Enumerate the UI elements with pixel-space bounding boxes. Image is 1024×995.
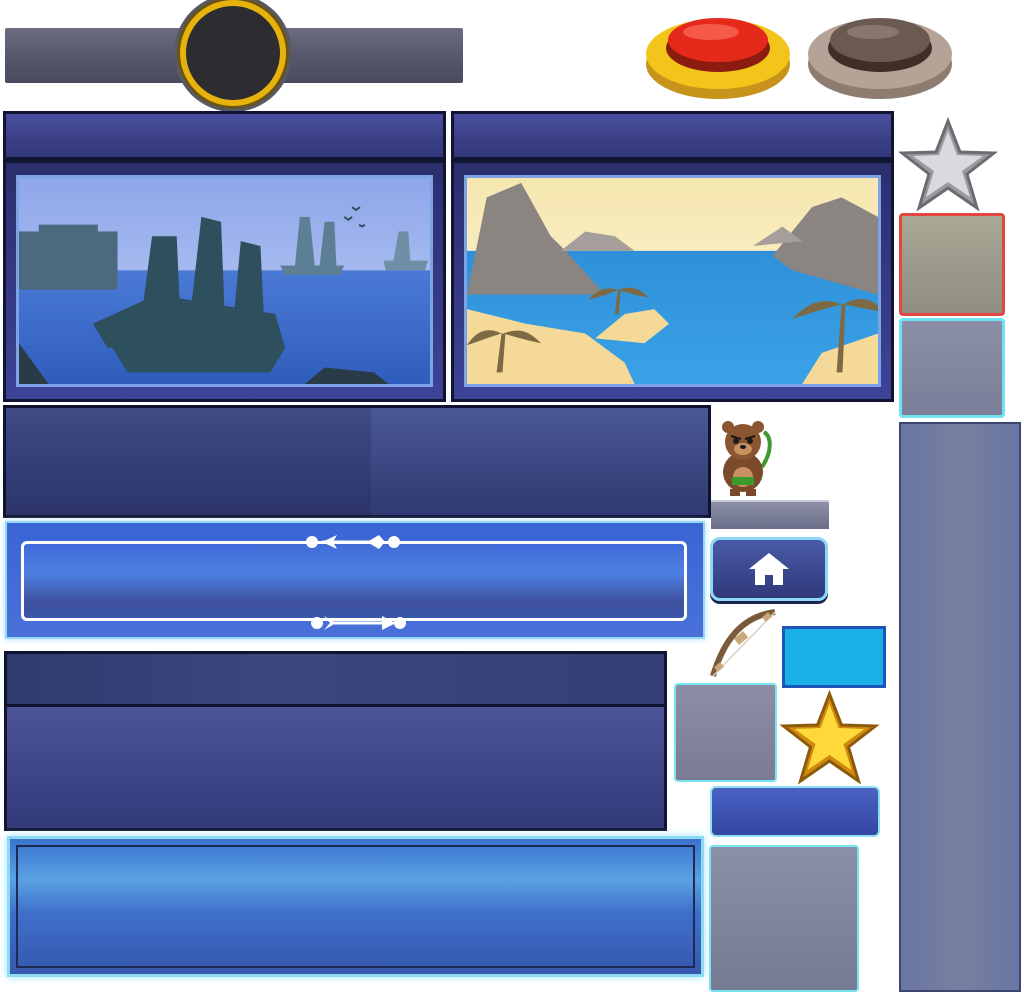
blue-bordered-tile[interactable]	[899, 318, 1005, 418]
tall-side-panel	[899, 422, 1021, 992]
decorative-banner	[5, 521, 705, 639]
red-push-button[interactable]	[643, 2, 793, 102]
bear-archer-sprite	[722, 421, 772, 496]
small-bar	[711, 500, 829, 529]
cyan-tile[interactable]	[782, 626, 886, 688]
left-arrow-ornament	[306, 535, 400, 549]
info-panel	[3, 405, 711, 518]
bow-icon	[710, 609, 776, 677]
scene-header-right	[451, 111, 894, 160]
harbor-ships-scene	[16, 175, 433, 387]
grey-tile[interactable]	[674, 683, 777, 782]
blue-bar-button[interactable]	[710, 786, 880, 837]
red-bordered-tile[interactable]	[899, 213, 1005, 316]
slider-knob[interactable]	[186, 6, 280, 100]
gold-star-icon	[779, 690, 880, 785]
right-arrow-ornament	[311, 616, 406, 630]
home-icon	[749, 553, 789, 585]
dialog-title-bar	[4, 651, 667, 707]
glow-panel-inner	[16, 845, 695, 968]
glowing-content-panel	[7, 836, 704, 977]
info-panel-right-half	[371, 408, 708, 515]
home-button[interactable]	[710, 537, 828, 601]
tropical-island-scene	[464, 175, 881, 387]
silver-star-icon	[897, 117, 999, 212]
scene-panel-left[interactable]	[3, 160, 446, 402]
brown-push-button[interactable]	[805, 2, 955, 102]
dialog-body	[4, 707, 667, 831]
large-grey-tile[interactable]	[709, 845, 859, 992]
banner-inner-frame	[21, 541, 687, 621]
scene-header-left	[3, 111, 446, 160]
scene-panel-right[interactable]	[451, 160, 894, 402]
